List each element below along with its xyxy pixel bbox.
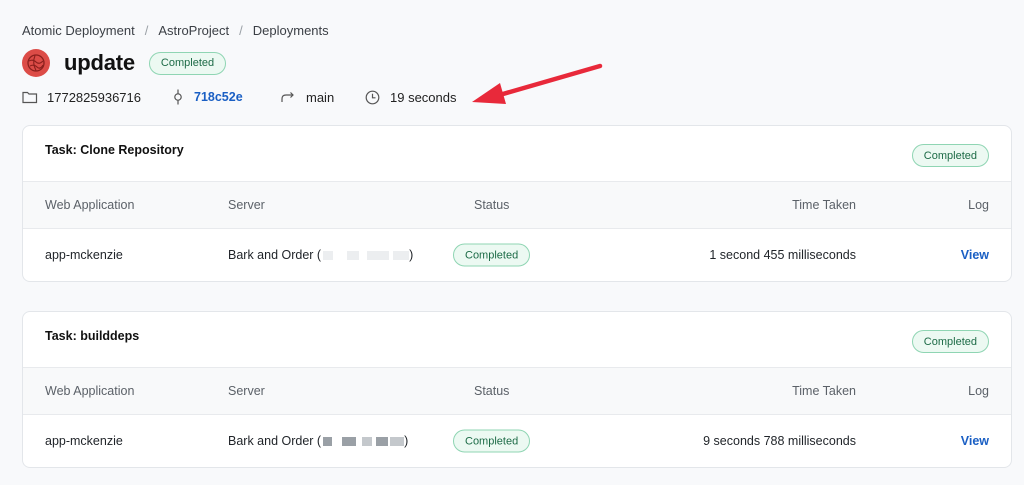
server-name: Bark and Order (	[228, 434, 322, 448]
clock-icon	[365, 90, 380, 104]
table-row: app-mckenzie Bark and Order () Completed…	[23, 415, 1011, 467]
duration-value: 19 seconds	[390, 89, 457, 105]
task-card-builddeps: Task: builddeps Completed Web Applicatio…	[22, 311, 1012, 468]
table-header: Web Application Server Status Time Taken…	[23, 182, 1011, 229]
table-header: Web Application Server Status Time Taken…	[23, 368, 1011, 415]
column-header-server: Server	[228, 384, 265, 398]
branch-icon	[281, 92, 294, 102]
status-badge: Completed	[453, 429, 531, 453]
folder-icon	[22, 91, 38, 104]
server-cell: Bark and Order ()	[228, 248, 413, 262]
branch-name: main	[306, 89, 335, 105]
column-header-status: Status	[474, 384, 510, 398]
annotation-arrow-icon	[472, 63, 603, 104]
column-header-log: Log	[968, 198, 989, 212]
server-close: )	[409, 248, 414, 262]
column-header-status: Status	[474, 198, 510, 212]
deployment-meta: 1772825936716 718c52e main 19 seconds	[22, 88, 457, 106]
view-log-link[interactable]: View	[961, 248, 989, 262]
folder-id: 1772825936716	[47, 89, 141, 105]
task-card-header: Task: Clone Repository Completed	[23, 126, 1011, 182]
table-row: app-mckenzie Bark and Order () Completed…	[23, 229, 1011, 281]
column-header-time-taken: Time Taken	[792, 384, 856, 398]
server-name: Bark and Order (	[228, 248, 322, 262]
redacted-ip	[321, 434, 405, 448]
redacted-ip	[321, 248, 410, 262]
commit-link[interactable]: 718c52e	[194, 90, 243, 104]
task-status-badge: Completed	[911, 144, 989, 167]
breadcrumb-item-deployments[interactable]: Deployments	[253, 23, 329, 38]
time-taken-cell: 1 second 455 milliseconds	[709, 248, 856, 262]
duration-meta: 19 seconds	[365, 90, 457, 105]
task-title: Task: builddeps	[45, 329, 140, 343]
column-header-web-application: Web Application	[45, 384, 135, 398]
breadcrumb-separator: /	[239, 23, 243, 38]
server-cell: Bark and Order ()	[228, 434, 408, 448]
status-cell: Completed	[453, 429, 531, 453]
task-card-clone-repository: Task: Clone Repository Completed Web App…	[22, 125, 1012, 282]
avatar	[22, 49, 50, 77]
view-log-link[interactable]: View	[961, 434, 989, 448]
commit-icon	[174, 89, 182, 105]
column-header-web-application: Web Application	[45, 198, 135, 212]
column-header-server: Server	[228, 198, 265, 212]
commit-meta: 718c52e	[172, 89, 282, 105]
breadcrumb: Atomic Deployment / AstroProject / Deplo…	[22, 23, 329, 38]
breadcrumb-separator: /	[144, 23, 149, 38]
breadcrumb-item-atomic-deployment[interactable]: Atomic Deployment	[22, 23, 135, 38]
folder-meta: 1772825936716	[22, 90, 152, 105]
globe-icon	[27, 54, 45, 72]
page-header: update Completed	[22, 48, 227, 78]
breadcrumb-item-project[interactable]: AstroProject	[158, 23, 229, 38]
task-title: Task: Clone Repository	[45, 143, 184, 157]
status-badge: Completed	[453, 243, 531, 267]
task-status-badge: Completed	[911, 330, 989, 353]
web-application-cell: app-mckenzie	[45, 248, 123, 262]
server-close: )	[404, 434, 409, 448]
time-taken-cell: 9 seconds 788 milliseconds	[703, 434, 856, 448]
status-badge: Completed	[148, 51, 227, 75]
task-card-header: Task: builddeps Completed	[23, 312, 1011, 368]
page-title: update	[64, 50, 135, 75]
branch-meta: main	[280, 90, 365, 105]
web-application-cell: app-mckenzie	[45, 434, 123, 448]
status-cell: Completed	[453, 243, 531, 267]
column-header-log: Log	[968, 384, 989, 398]
column-header-time-taken: Time Taken	[792, 198, 856, 212]
